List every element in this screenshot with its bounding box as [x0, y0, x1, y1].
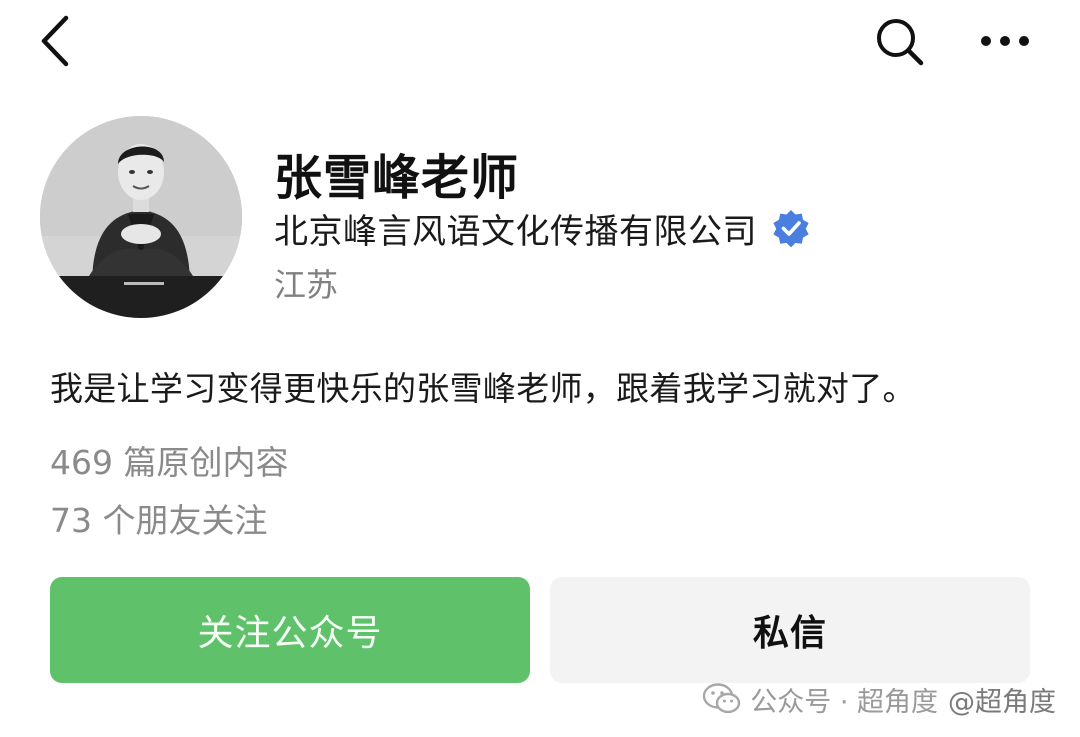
bio-text: 我是让学习变得更快乐的张雪峰老师，跟着我学习就对了。 — [50, 369, 916, 408]
back-button[interactable] — [32, 12, 82, 70]
follow-account-button[interactable]: 关注公众号 — [50, 577, 530, 683]
private-message-button[interactable]: 私信 — [550, 577, 1030, 683]
account-name: 张雪峰老师 — [274, 150, 520, 206]
more-horizontal-icon — [981, 36, 1029, 46]
avatar[interactable] — [40, 116, 242, 318]
chevron-left-icon — [41, 15, 69, 67]
public-account-profile-page: 张雪峰老师 北京峰言风语文化传播有限公司 江苏 我是让学习变得更快乐的张雪峰老师… — [0, 0, 1080, 737]
watermark-source: 公众号 · 超角度 — [750, 686, 938, 718]
friends-following-count[interactable]: 73 个朋友关注 — [50, 494, 267, 542]
organization-row[interactable]: 北京峰言风语文化传播有限公司 — [274, 205, 811, 252]
watermark-handle: @超角度 — [948, 686, 1056, 718]
verified-badge-icon — [773, 210, 809, 248]
original-content-count[interactable]: 469 篇原创内容 — [50, 436, 288, 484]
more-button[interactable] — [974, 22, 1036, 60]
region-label: 江苏 — [274, 266, 339, 304]
wechat-logo-icon — [703, 683, 741, 714]
search-icon — [877, 19, 924, 66]
organization-name: 北京峰言风语文化传播有限公司 — [274, 211, 757, 252]
watermark: 公众号 · 超角度 @超角度 — [702, 676, 1056, 722]
search-button[interactable] — [872, 14, 928, 70]
